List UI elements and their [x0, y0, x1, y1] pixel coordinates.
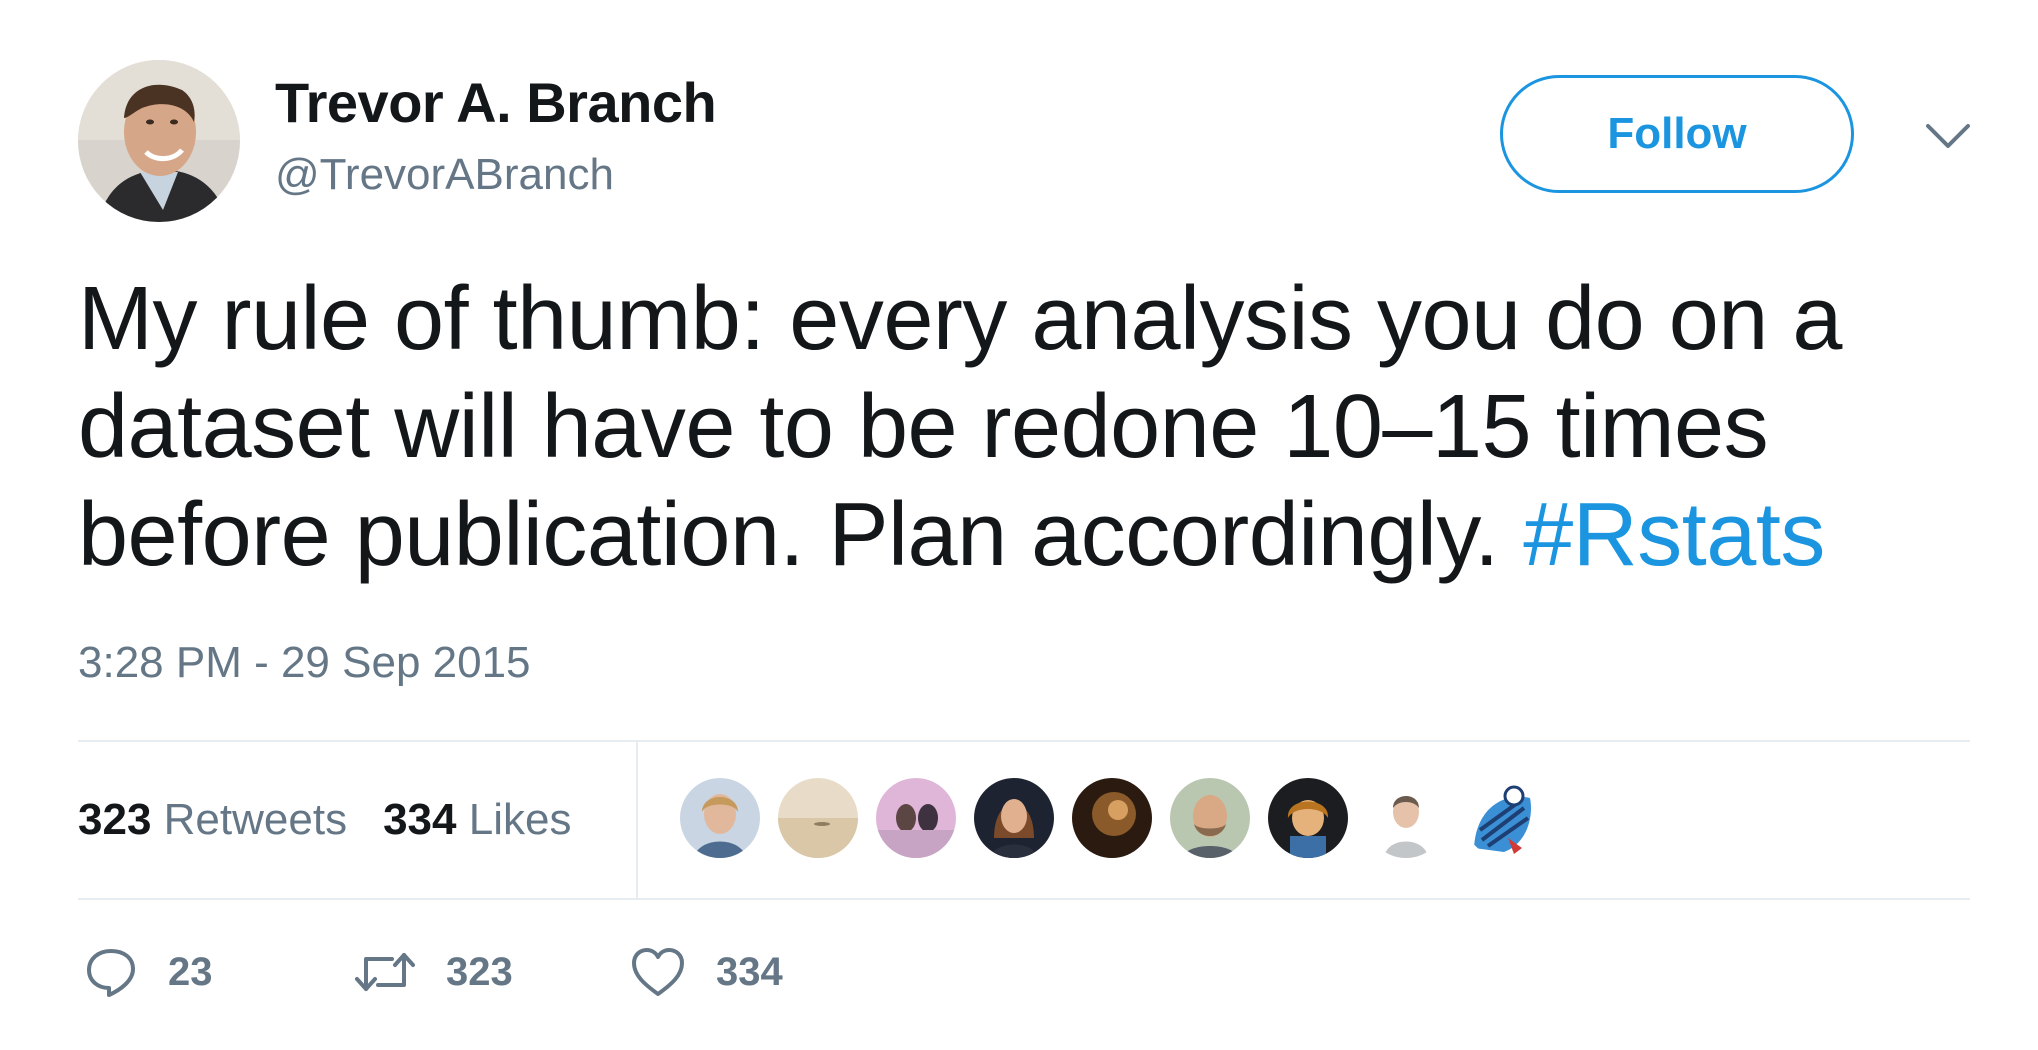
tweet-timestamp[interactable]: 3:28 PM - 29 Sep 2015: [78, 638, 531, 688]
liker-avatars: [680, 778, 1544, 858]
tweet-text-line: dataset will have to be redone 10–15 tim…: [78, 377, 1769, 477]
heart-icon: [632, 948, 684, 996]
retweets-count: 323: [78, 795, 152, 844]
chevron-down-icon[interactable]: [1922, 118, 1974, 158]
liker-avatar[interactable]: [1464, 778, 1544, 858]
tweet-card: Trevor A. Branch @TrevorABranch Follow M…: [0, 0, 2038, 1050]
liker-avatar[interactable]: [974, 778, 1054, 858]
likes-count: 334: [383, 795, 457, 844]
divider: [78, 740, 1970, 742]
reply-button[interactable]: 23: [84, 945, 354, 999]
liker-avatar[interactable]: [1268, 778, 1348, 858]
liker-avatar[interactable]: [680, 778, 760, 858]
liker-avatar[interactable]: [1072, 778, 1152, 858]
author-avatar[interactable]: [78, 60, 240, 222]
tweet-actions: 23 323 334: [84, 945, 783, 999]
retweet-button[interactable]: 323: [354, 945, 630, 999]
liker-avatar[interactable]: [1170, 778, 1250, 858]
likes-stat[interactable]: 334 Likes: [383, 795, 571, 845]
divider: [78, 898, 1970, 900]
retweet-count: 323: [446, 949, 513, 994]
hashtag-link[interactable]: #Rstats: [1523, 485, 1825, 585]
tweet-text-line: My rule of thumb: every analysis you do …: [78, 269, 1842, 369]
retweets-stat[interactable]: 323 Retweets: [78, 795, 347, 845]
divider: [636, 741, 638, 898]
retweet-icon: [355, 953, 415, 991]
liker-avatar[interactable]: [876, 778, 956, 858]
tweet-text: My rule of thumb: every analysis you do …: [78, 265, 1978, 589]
reply-count: 23: [168, 949, 213, 994]
author-handle[interactable]: @TrevorABranch: [275, 150, 614, 200]
like-count: 334: [716, 949, 783, 994]
reply-icon: [87, 949, 135, 997]
retweets-label: Retweets: [163, 795, 348, 844]
like-button[interactable]: 334: [630, 946, 783, 998]
liker-avatar[interactable]: [778, 778, 858, 858]
author-display-name[interactable]: Trevor A. Branch: [275, 70, 717, 135]
follow-button[interactable]: Follow: [1500, 75, 1854, 193]
engagement-stats: 323 Retweets 334 Likes: [78, 795, 571, 845]
liker-avatar[interactable]: [1366, 778, 1446, 858]
tweet-text-line: before publication. Plan accordingly. #R…: [78, 481, 1978, 589]
likes-label: Likes: [468, 795, 572, 844]
tweet-text-line-body: before publication. Plan accordingly.: [78, 485, 1524, 585]
